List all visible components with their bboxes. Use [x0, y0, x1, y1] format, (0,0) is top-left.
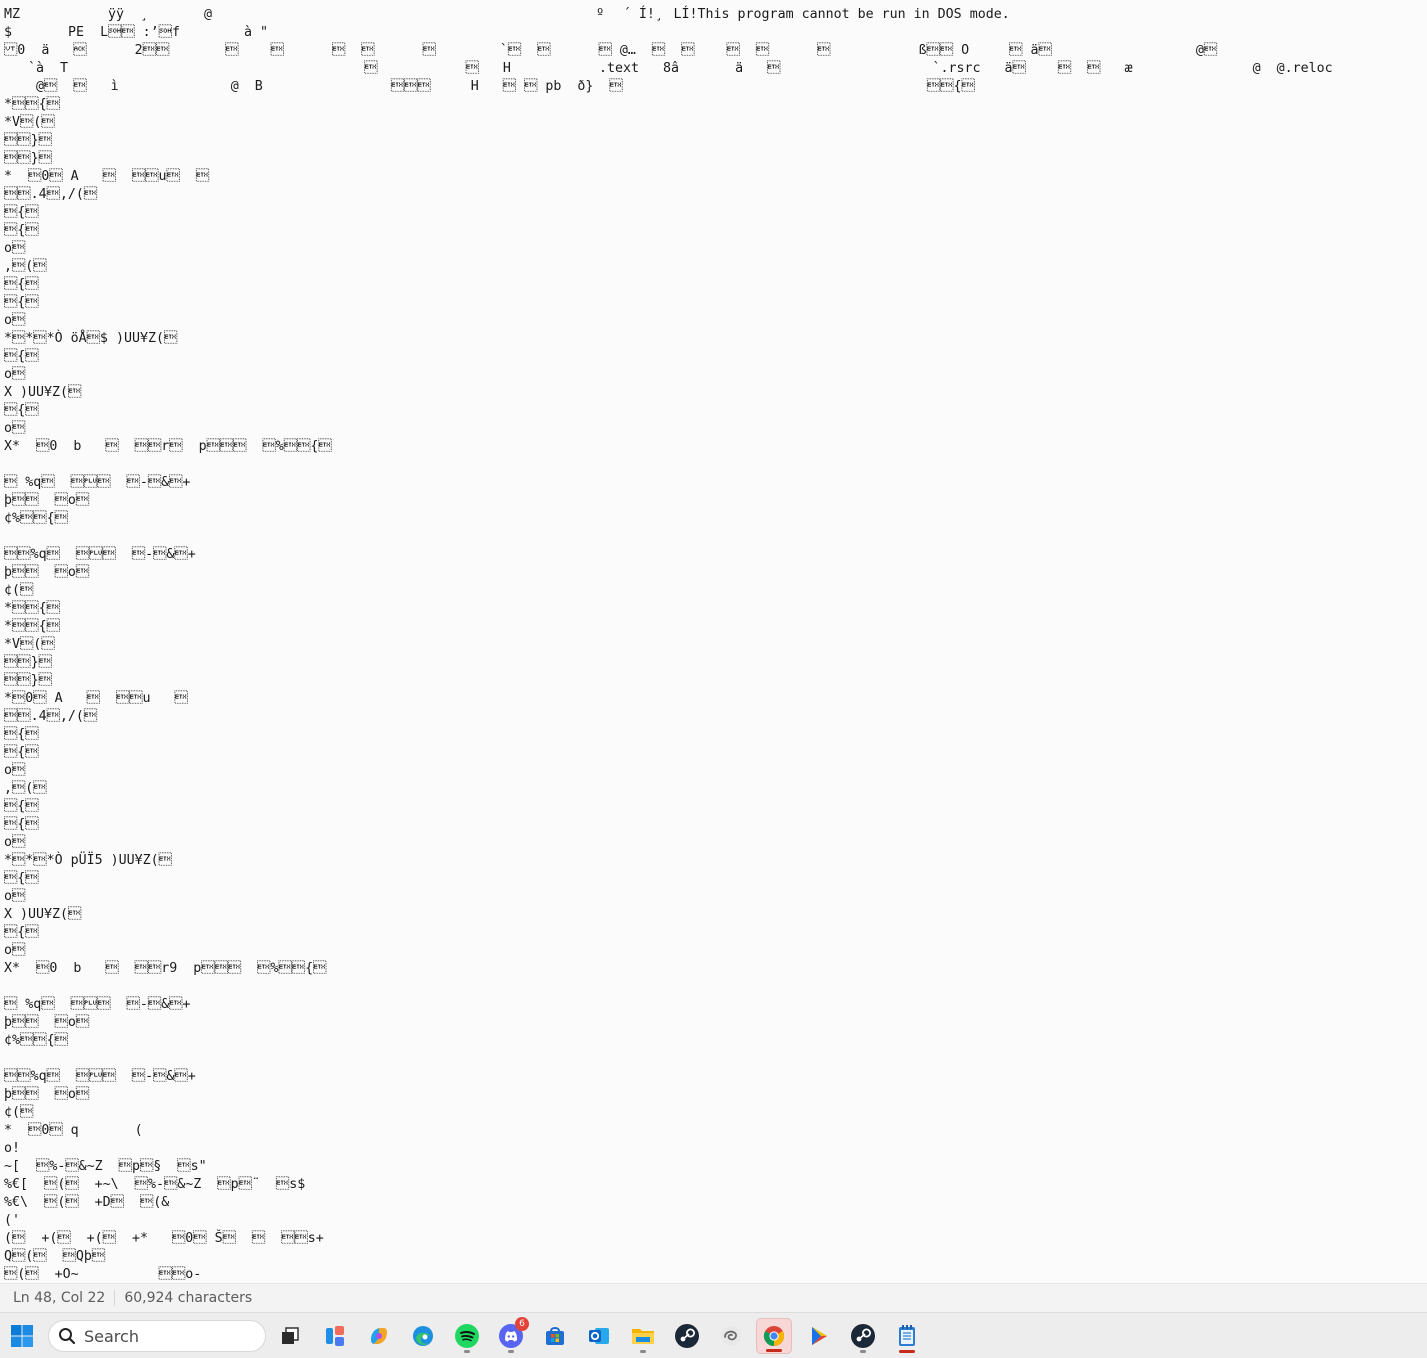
taskbar-app-store[interactable]: [537, 1318, 573, 1354]
steam-icon: [851, 1324, 875, 1348]
status-bar: Ln 48, Col 22 60,924 characters: [0, 1283, 1427, 1312]
taskbar-app-copilot[interactable]: [361, 1318, 397, 1354]
running-indicator: [464, 1350, 470, 1353]
task-view-icon: [282, 1327, 299, 1344]
taskbar-app-discord[interactable]: 6: [493, 1317, 529, 1354]
taskbar-app-spotify[interactable]: [449, 1318, 485, 1354]
cursor-position[interactable]: Ln 48, Col 22: [0, 1290, 114, 1306]
swirl-icon: [721, 1326, 741, 1346]
taskbar-app-widgets[interactable]: [317, 1318, 353, 1354]
active-indicator: [899, 1350, 915, 1353]
store-icon: [546, 1327, 564, 1345]
notepad-icon: [899, 1325, 915, 1346]
search-icon: [59, 1328, 76, 1345]
taskbar-app-steam[interactable]: [669, 1318, 705, 1354]
task-view-button[interactable]: [272, 1318, 308, 1354]
steam-icon: [675, 1324, 699, 1348]
taskbar-app-outlook[interactable]: [581, 1318, 617, 1354]
taskbar-app-ai[interactable]: [713, 1318, 749, 1354]
chrome-icon: [763, 1326, 785, 1347]
taskbar-app-edge[interactable]: [405, 1318, 441, 1354]
taskbar-app-play-games[interactable]: [801, 1318, 837, 1354]
running-indicator: [640, 1350, 646, 1353]
taskbar-search[interactable]: Search: [48, 1320, 266, 1352]
windows-logo-icon: [11, 1325, 33, 1347]
spotify-icon: [455, 1324, 479, 1348]
running-indicator: [508, 1350, 514, 1353]
taskbar-app-file-explorer[interactable]: [625, 1318, 661, 1354]
running-indicator: [860, 1350, 866, 1353]
outlook-icon: [589, 1328, 609, 1344]
folder-icon: [632, 1329, 654, 1344]
edge-icon: [413, 1326, 433, 1346]
widgets-icon: [326, 1326, 344, 1346]
taskbar-app-chrome[interactable]: [756, 1318, 792, 1354]
editor-text[interactable]: MZ   ÿÿ ¸ @   º ´ Í!¸LÍ!This prog…: [0, 0, 1427, 1283]
search-label: Search: [84, 1326, 139, 1346]
play-games-icon: [812, 1327, 827, 1345]
taskbar-app-steam-2[interactable]: [845, 1318, 881, 1354]
taskbar-app-notepad[interactable]: [889, 1318, 925, 1354]
active-indicator: [766, 1349, 782, 1352]
notification-badge: 6: [515, 1317, 529, 1331]
notepad-window: MZ   ÿÿ ¸ @   º ´ Í!¸LÍ!This prog…: [0, 0, 1427, 1312]
copilot-icon: [371, 1328, 387, 1344]
start-button[interactable]: [4, 1318, 40, 1354]
character-count: 60,924 characters: [124, 1290, 253, 1306]
text-editor[interactable]: MZ   ÿÿ ¸ @   º ´ Í!¸LÍ!This prog…: [0, 0, 1427, 1283]
taskbar: Search 6: [0, 1312, 1427, 1358]
